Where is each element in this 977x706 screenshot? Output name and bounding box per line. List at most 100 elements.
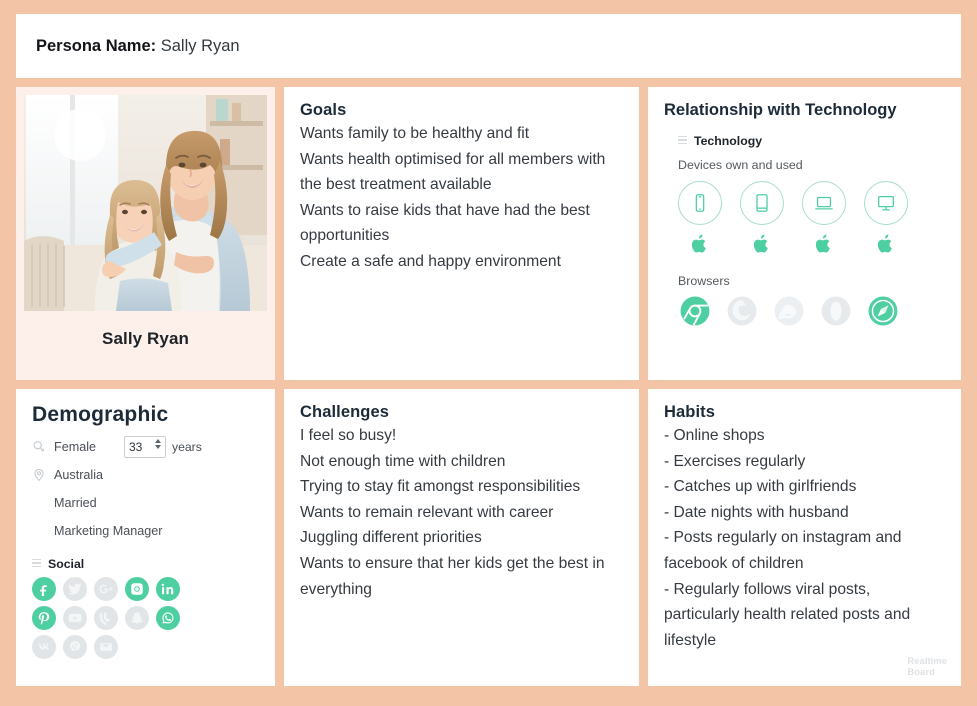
smartphone-icon xyxy=(678,181,722,225)
social-row xyxy=(32,635,259,659)
occupation-value: Marketing Manager xyxy=(54,524,163,538)
habits-item: - Exercises regularly xyxy=(664,452,806,470)
persona-name-header: Persona Name: Sally Ryan xyxy=(36,37,240,56)
social-row xyxy=(32,606,259,630)
persona-name-value: Sally Ryan xyxy=(156,36,240,55)
challenges-item: Wants to ensure that her kids get the be… xyxy=(300,554,605,598)
watermark-line-1: Realtime xyxy=(907,656,947,667)
internet-explorer-icon[interactable] xyxy=(772,294,806,328)
snapchat-icon[interactable] xyxy=(125,606,149,630)
device-laptop[interactable] xyxy=(802,181,846,254)
apple-logo-icon xyxy=(877,234,895,254)
apple-logo-icon xyxy=(815,234,833,254)
habits-title: Habits xyxy=(664,403,716,421)
female-gender-icon xyxy=(32,440,54,454)
social-icons-grid xyxy=(32,577,259,659)
habits-item: - Date nights with husband xyxy=(664,503,849,521)
devices-label: Devices own and used xyxy=(678,158,803,172)
desktop-icon xyxy=(864,181,908,225)
goals-panel: Goals Wants family to be healthy and fit… xyxy=(284,87,639,380)
persona-photo xyxy=(24,95,267,311)
top-row: Sally Ryan Goals Wants family to be heal… xyxy=(16,87,961,380)
persona-name-card: Persona Name: Sally Ryan xyxy=(16,14,961,78)
devices-row xyxy=(678,181,945,254)
challenges-title: Challenges xyxy=(300,403,390,421)
goals-item: Wants health optimised for all members w… xyxy=(300,150,606,194)
tablet-icon xyxy=(740,181,784,225)
demographic-title: Demographic xyxy=(32,403,169,426)
goals-list: Wants family to be healthy and fit Wants… xyxy=(300,121,623,275)
technology-title: Relationship with Technology xyxy=(664,101,897,119)
whatsapp-icon[interactable] xyxy=(156,606,180,630)
marital-status-row: Married xyxy=(32,489,259,517)
laptop-icon xyxy=(802,181,846,225)
viber-icon[interactable] xyxy=(63,635,87,659)
facebook-icon[interactable] xyxy=(32,577,56,601)
age-unit-label: years xyxy=(172,440,202,454)
social-row xyxy=(32,577,259,601)
goals-item: Wants to raise kids that have had the be… xyxy=(300,201,590,245)
challenges-item: Not enough time with children xyxy=(300,452,506,470)
bottom-row: Demographic Female 33 years Australia Ma… xyxy=(16,389,961,686)
email-icon[interactable] xyxy=(94,635,118,659)
device-tablet[interactable] xyxy=(740,181,784,254)
challenges-list: I feel so busy! Not enough time with chi… xyxy=(300,423,623,602)
technology-section-header: Technology xyxy=(678,134,945,148)
opera-icon[interactable] xyxy=(819,294,853,328)
social-section-label: Social xyxy=(48,557,85,571)
habits-item: - Online shops xyxy=(664,427,765,444)
marital-status-value: Married xyxy=(54,496,97,510)
vine-icon[interactable] xyxy=(94,606,118,630)
firefox-icon[interactable] xyxy=(725,294,759,328)
technology-panel: Relationship with Technology Technology … xyxy=(648,87,961,380)
apple-logo-icon xyxy=(753,234,771,254)
technology-section-label: Technology xyxy=(694,134,763,148)
chrome-icon[interactable] xyxy=(678,294,712,328)
watermark-line-2: Board xyxy=(907,667,935,678)
gender-value: Female xyxy=(54,440,96,454)
habits-item: - Catches up with girlfriends xyxy=(664,478,857,496)
goals-item: Create a safe and happy environment xyxy=(300,252,561,270)
pinterest-icon[interactable] xyxy=(32,606,56,630)
habits-item: - Posts regularly on instagram and faceb… xyxy=(664,529,902,572)
persona-board: Persona Name: Sally Ryan Sally Ryan Goal… xyxy=(0,0,977,706)
realtime-board-watermark: Realtime Board xyxy=(907,656,947,678)
location-pin-icon xyxy=(32,468,54,482)
demographic-panel: Demographic Female 33 years Australia Ma… xyxy=(16,389,275,686)
habits-list: - Online shops - Exercises regularly - C… xyxy=(664,423,945,653)
safari-icon[interactable] xyxy=(866,294,900,328)
goals-item: Wants family to be healthy and fit xyxy=(300,125,530,142)
persona-photo-card: Sally Ryan xyxy=(16,87,275,380)
goals-title: Goals xyxy=(300,101,347,119)
challenges-item: Trying to stay fit amongst responsibilit… xyxy=(300,478,581,496)
linkedin-icon[interactable] xyxy=(156,577,180,601)
location-row: Australia xyxy=(32,461,259,489)
apple-logo-icon xyxy=(691,234,709,254)
spinner-arrows-icon[interactable] xyxy=(155,439,161,449)
persona-name-label: Persona Name: xyxy=(36,36,157,55)
browsers-row xyxy=(678,294,945,328)
age-value: 33 xyxy=(129,440,143,454)
twitter-icon[interactable] xyxy=(63,577,87,601)
device-smartphone[interactable] xyxy=(678,181,722,254)
gender-row: Female 33 years xyxy=(32,433,259,461)
habits-item: - Regularly follows viral posts, particu… xyxy=(664,580,911,649)
challenges-item: Wants to remain relevant with career xyxy=(300,503,554,521)
instagram-icon[interactable] xyxy=(125,577,149,601)
age-stepper[interactable]: 33 xyxy=(124,436,166,458)
google-plus-icon[interactable] xyxy=(94,577,118,601)
challenges-item: Juggling different priorities xyxy=(300,529,482,547)
social-section-header: Social xyxy=(32,557,259,571)
device-desktop[interactable] xyxy=(864,181,908,254)
list-icon xyxy=(32,558,41,570)
vk-icon[interactable] xyxy=(32,635,56,659)
persona-photo-caption: Sally Ryan xyxy=(102,329,189,348)
challenges-panel: Challenges I feel so busy! Not enough ti… xyxy=(284,389,639,686)
age-field-group: 33 years xyxy=(124,436,202,458)
occupation-row: Marketing Manager xyxy=(32,517,259,545)
location-value: Australia xyxy=(54,468,103,482)
browsers-label: Browsers xyxy=(678,274,730,288)
photo-illustration xyxy=(24,95,267,311)
list-icon xyxy=(678,135,687,147)
youtube-icon[interactable] xyxy=(63,606,87,630)
